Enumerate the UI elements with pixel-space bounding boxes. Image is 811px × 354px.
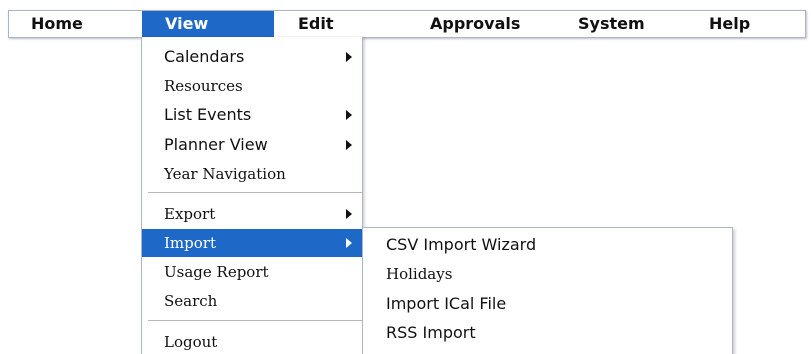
- menu-help[interactable]: Help: [709, 11, 789, 37]
- menu-item-usage-report[interactable]: Usage Report: [142, 258, 362, 286]
- import-submenu: CSV Import Wizard Holidays Import ICal F…: [362, 227, 733, 354]
- submenu-item-holidays[interactable]: Holidays: [363, 259, 732, 289]
- submenu-arrow-icon: [346, 140, 352, 150]
- menu-item-calendars[interactable]: Calendars: [142, 43, 362, 71]
- submenu-arrow-icon: [346, 110, 352, 120]
- menu-system[interactable]: System: [578, 11, 678, 37]
- menu-item-label: Export: [164, 205, 216, 223]
- menu-item-label: Calendars: [164, 47, 245, 66]
- menu-item-label: Import: [164, 234, 216, 252]
- menu-separator: [148, 192, 362, 193]
- submenu-arrow-icon: [346, 238, 352, 248]
- menu-item-label: Usage Report: [164, 263, 269, 281]
- menu-item-logout[interactable]: Logout: [142, 328, 362, 354]
- menu-item-planner-view[interactable]: Planner View: [142, 131, 362, 159]
- menu-item-export[interactable]: Export: [142, 200, 362, 228]
- menu-item-label: Year Navigation: [164, 165, 286, 183]
- menu-edit[interactable]: Edit: [298, 11, 378, 37]
- menu-item-label: Planner View: [164, 135, 268, 154]
- menu-home[interactable]: Home: [31, 11, 131, 37]
- menu-item-label: Search: [164, 292, 218, 310]
- menu-view[interactable]: View: [142, 11, 274, 37]
- main-menubar: Home View Edit Approvals System Help: [8, 10, 806, 38]
- menu-item-label: Resources: [164, 77, 243, 95]
- menu-separator: [148, 320, 362, 321]
- submenu-arrow-icon: [346, 209, 352, 219]
- menu-item-search[interactable]: Search: [142, 287, 362, 315]
- submenu-arrow-icon: [346, 52, 352, 62]
- view-dropdown-menu: Calendars Resources List Events Planner …: [141, 37, 363, 354]
- menu-approvals[interactable]: Approvals: [430, 11, 550, 37]
- submenu-item-rss-import[interactable]: RSS Import: [363, 318, 732, 348]
- menu-item-list-events[interactable]: List Events: [142, 101, 362, 129]
- menu-item-import[interactable]: Import: [142, 229, 362, 257]
- submenu-item-import-ical-file[interactable]: Import ICal File: [363, 289, 732, 319]
- submenu-item-csv-import-wizard[interactable]: CSV Import Wizard: [363, 230, 732, 260]
- menu-item-year-navigation[interactable]: Year Navigation: [142, 160, 362, 188]
- menu-item-label: Logout: [164, 333, 218, 351]
- menu-item-label: List Events: [164, 105, 252, 124]
- menu-item-resources[interactable]: Resources: [142, 72, 362, 100]
